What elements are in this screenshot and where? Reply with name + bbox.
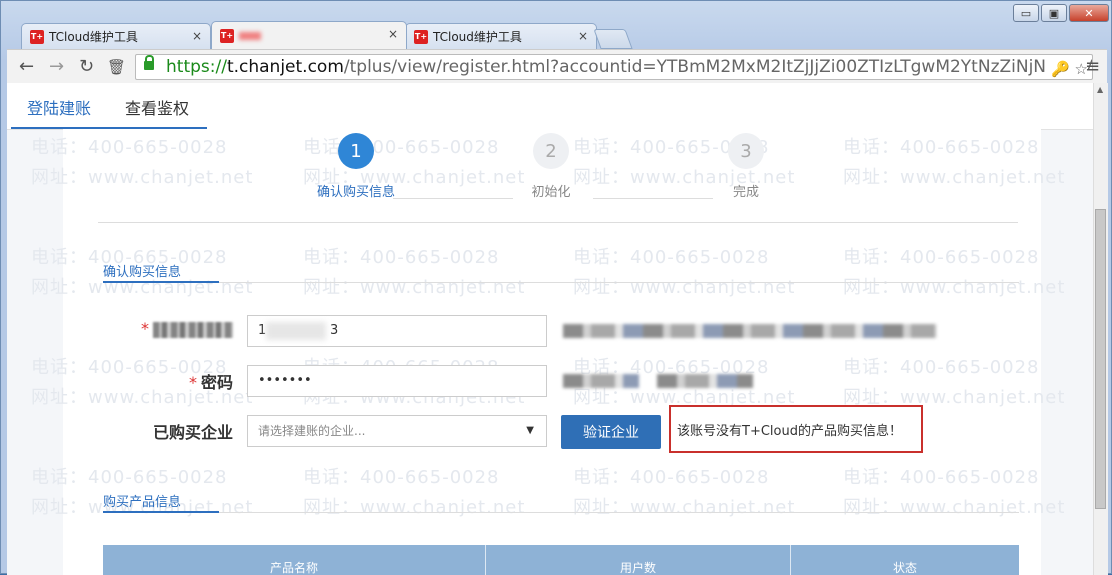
error-message: 该账号没有T+Cloud的产品购买信息！ <box>677 423 902 439</box>
step-3-label: 完成 <box>732 185 759 200</box>
browser-tab-2[interactable]: T+ × <box>211 21 407 49</box>
column-header-user-count: 用户数 <box>619 561 656 575</box>
tcloud-favicon-icon: T+ <box>220 28 234 43</box>
watermark-phone: 电话：400-665-0028 <box>573 247 770 268</box>
browser-toolbar: ← → ↻ 🗑 https://t.chanjet.com/tplus/view… <box>7 49 1107 83</box>
watermark-phone: 电话：400-665-0028 <box>573 467 770 488</box>
column-header-status: 状态 <box>892 561 917 575</box>
menu-icon[interactable]: ≡ <box>1085 56 1100 77</box>
step-1-circle: 1 <box>338 133 374 169</box>
tab-title: TCloud维护工具 <box>433 30 522 44</box>
verify-company-button[interactable]: 验证企业 <box>561 415 661 449</box>
watermark-site: 网址：www.chanjet.net <box>843 167 1066 188</box>
close-tab-icon[interactable]: × <box>388 27 398 41</box>
watermark-site: 网址：www.chanjet.net <box>303 497 526 518</box>
scroll-up-arrow-icon[interactable]: ▲ <box>1097 85 1103 94</box>
error-message-box: 该账号没有T+Cloud的产品购买信息！ <box>669 405 923 453</box>
close-tab-icon[interactable]: × <box>192 29 202 43</box>
section-title-products: 购买产品信息 <box>103 495 182 510</box>
key-star-icon[interactable]: 🔑 ☆ <box>1047 57 1088 79</box>
blurred-tab-title <box>239 31 261 40</box>
watermark-site: 网址：www.chanjet.net <box>843 277 1066 298</box>
redacted-account-info <box>563 324 937 338</box>
browser-window: ▭ ▣ ✕ T+ TCloud维护工具 × T+ × T+ TCloud维护工具… <box>0 0 1112 575</box>
url-host: t.chanjet.com <box>226 57 344 77</box>
steps-divider <box>98 222 1018 223</box>
vertical-scrollbar[interactable]: ▲ <box>1093 83 1108 575</box>
step-2-label: 初始化 <box>531 185 571 200</box>
watermark-phone: 电话：400-665-0028 <box>843 247 1040 268</box>
watermark-site: 网址：www.chanjet.net <box>573 277 796 298</box>
close-window-button[interactable]: ✕ <box>1069 4 1109 22</box>
required-marker: * <box>188 373 197 392</box>
password-label-text: 密码 <box>200 373 233 392</box>
watermark-phone: 电话：400-665-0028 <box>843 137 1040 158</box>
redacted-password-info <box>657 374 753 388</box>
required-marker: * <box>141 319 149 338</box>
trash-icon[interactable]: 🗑 <box>107 58 126 76</box>
watermark-phone: 电话：400-665-0028 <box>31 467 228 488</box>
browser-tab-3[interactable]: T+ TCloud维护工具 × <box>405 23 597 49</box>
window-controls: ▭ ▣ ✕ <box>1013 4 1109 22</box>
address-bar[interactable]: https://t.chanjet.com/tplus/view/registe… <box>135 54 1093 80</box>
redacted-password-info <box>563 374 639 388</box>
new-tab-button[interactable] <box>593 29 633 49</box>
back-arrow-icon[interactable]: ← <box>19 56 34 77</box>
register-panel: 电话：400-665-0028 网址：www.chanjet.net 电话：40… <box>31 129 1064 575</box>
top-navigation: 登陆建账 查看鉴权 <box>7 83 1093 130</box>
tab-title: TCloud维护工具 <box>49 30 138 44</box>
watermark-phone: 电话：400-665-0028 <box>303 467 500 488</box>
forward-arrow-icon[interactable]: → <box>49 56 64 77</box>
watermark-phone: 电话：400-665-0028 <box>843 467 1040 488</box>
minimize-button[interactable]: ▭ <box>1013 4 1039 22</box>
company-label: 已购买企业 <box>152 423 233 442</box>
chevron-down-icon: ▼ <box>526 425 534 436</box>
products-table-header: 产品名称 用户数 状态 <box>103 545 1019 575</box>
scrollbar-thumb[interactable] <box>1095 209 1106 509</box>
tcloud-favicon-icon: T+ <box>30 29 44 44</box>
watermark-site: 网址：www.chanjet.net <box>843 497 1066 518</box>
watermark-site: 网址：www.chanjet.net <box>31 167 254 188</box>
account-value-end: 3 <box>330 323 339 338</box>
column-header-product-name: 产品名称 <box>269 561 318 575</box>
close-tab-icon[interactable]: × <box>578 29 588 43</box>
redacted-label <box>153 321 233 338</box>
tab-login-create[interactable]: 登陆建账 <box>27 95 91 119</box>
page-viewport: 登陆建账 查看鉴权 电话：400-665-0028 网址：www.chanjet… <box>7 83 1093 575</box>
account-label: * <box>123 319 233 338</box>
section-title-purchase: 确认购买信息 <box>103 265 182 280</box>
password-label: * 密码 <box>123 369 233 393</box>
password-value: ••••••• <box>258 373 312 388</box>
watermark-phone: 电话：400-665-0028 <box>303 247 500 268</box>
section-underline <box>103 511 219 513</box>
browser-tab-1[interactable]: T+ TCloud维护工具 × <box>21 23 211 49</box>
watermark-site: 网址：www.chanjet.net <box>573 497 796 518</box>
redacted-input-text <box>266 322 326 340</box>
section-line <box>103 512 1019 513</box>
step-3-circle: 3 <box>728 133 764 169</box>
section-line <box>103 282 1019 283</box>
url-path: /tplus/view/register.html?accountid=YTBm… <box>343 57 1093 77</box>
tab-view-auth[interactable]: 查看鉴权 <box>125 95 189 119</box>
url-scheme: https:// <box>166 57 227 77</box>
tcloud-favicon-icon: T+ <box>414 29 428 44</box>
step-1-label: 确认购买信息 <box>316 185 395 200</box>
reload-icon[interactable]: ↻ <box>79 56 94 77</box>
step-2-circle: 2 <box>533 133 569 169</box>
section-underline <box>103 281 219 283</box>
password-input[interactable]: ••••••• <box>247 365 547 397</box>
company-placeholder: 请选择建账的企业... <box>258 424 366 438</box>
watermark-phone: 电话：400-665-0028 <box>843 357 1040 378</box>
watermark-site: 网址：www.chanjet.net <box>303 277 526 298</box>
watermark-phone: 电话：400-665-0028 <box>31 137 228 158</box>
company-select[interactable]: 请选择建账的企业... ▼ <box>247 415 547 447</box>
lock-icon <box>144 55 154 70</box>
maximize-button[interactable]: ▣ <box>1041 4 1067 22</box>
watermark-phone: 电话：400-665-0028 <box>303 137 500 158</box>
account-input[interactable]: 1 3 <box>247 315 547 347</box>
